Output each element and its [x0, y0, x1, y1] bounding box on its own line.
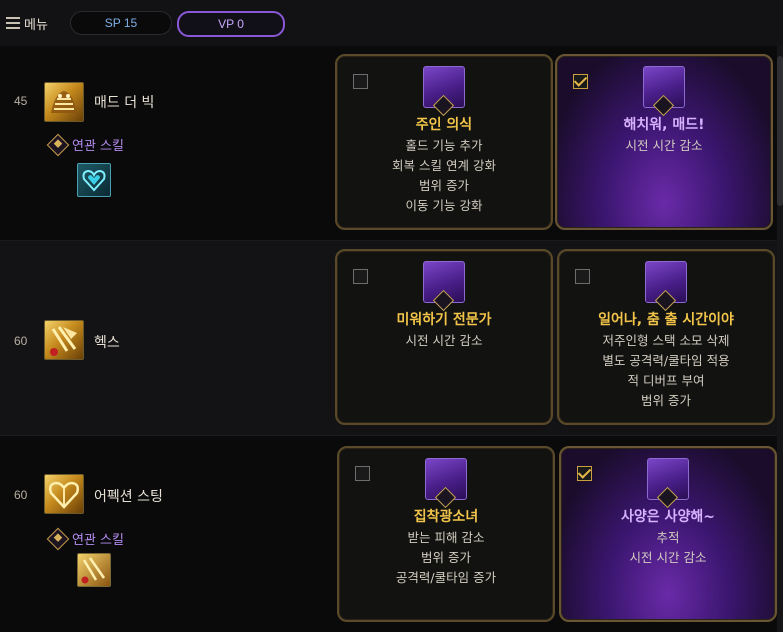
skill-level: 60: [14, 334, 28, 348]
option-title: 집착광소녀: [413, 509, 479, 525]
option-checkbox-checked[interactable]: [577, 466, 592, 481]
option-desc-line: 시전 시간 감소: [625, 138, 703, 153]
option-desc-line: 적 디버프 부여: [627, 373, 705, 388]
skill-name: 헥스: [94, 335, 120, 351]
related-skill-text: 연관 스킬: [72, 533, 124, 548]
option-title: 미워하기 전문가: [396, 312, 492, 328]
option-desc-line: 추적: [656, 530, 680, 545]
option-desc-line: 홀드 기능 추가: [405, 138, 483, 153]
option-title: 주인 의식: [415, 117, 473, 133]
related-skill-text: 연관 스킬: [72, 139, 124, 154]
tier-diamond-icon: [46, 133, 70, 156]
option-card-hate-expert[interactable]: 미워하기 전문가 시전 시간 감소: [335, 249, 553, 425]
skill-row: 45 매드 더 빅 연관 스킬 주인 의식 홀드 기능 추가 회복 스킬 연계 …: [0, 46, 777, 241]
hamburger-icon: [6, 17, 20, 29]
option-card-get-it-mad[interactable]: 해치워, 매드! 시전 시간 감소: [555, 54, 773, 230]
option-card-master-sense[interactable]: 주인 의식 홀드 기능 추가 회복 스킬 연계 강화 범위 증가 이동 기능 강…: [335, 54, 553, 230]
option-desc-line: 이동 기능 강화: [405, 198, 483, 213]
option-card-obsessive-girl[interactable]: 집착광소녀 받는 피해 감소 범위 증가 공격력/쿨타임 증가: [337, 446, 555, 622]
top-bar: 메뉴 SP 15 VP 0: [0, 0, 783, 47]
option-desc-line: 시전 시간 감소: [405, 333, 483, 348]
option-card-time-to-dance[interactable]: 일어나, 춤 출 시간이야 저주인형 스택 소모 삭제 별도 공격력/쿨타임 적…: [557, 249, 775, 425]
skill-level: 45: [14, 94, 28, 108]
hex-related-skill-icon[interactable]: [77, 553, 111, 587]
option-desc-line: 별도 공격력/쿨타임 적용: [602, 353, 730, 368]
option-desc-line: 회복 스킬 연계 강화: [392, 158, 496, 173]
option-desc-line: 범위 증가: [419, 178, 469, 193]
option-checkbox-checked[interactable]: [573, 74, 588, 89]
option-title: 해치워, 매드!: [623, 117, 705, 133]
option-checkbox[interactable]: [353, 74, 368, 89]
vp-counter[interactable]: VP 0: [177, 11, 285, 37]
option-desc-line: 범위 증가: [641, 393, 691, 408]
option-desc-line: 시전 시간 감소: [629, 550, 707, 565]
menu-label: 메뉴: [24, 17, 48, 33]
option-description: 받는 피해 감소 범위 증가 공격력/쿨타임 증가: [339, 528, 553, 588]
skill-name: 매드 더 빅: [94, 95, 155, 111]
scrollbar-thumb[interactable]: [777, 56, 783, 206]
option-desc-line: 저주인형 스택 소모 삭제: [602, 333, 730, 348]
option-description: 추적 시전 시간 감소: [561, 528, 775, 568]
vp-label: VP 0: [218, 17, 244, 31]
related-skill-label: 연관 스킬: [46, 527, 124, 550]
option-description: 시전 시간 감소: [557, 136, 771, 156]
mad-the-big-skill-icon[interactable]: [44, 82, 84, 122]
option-description: 시전 시간 감소: [337, 331, 551, 351]
option-card-no-thanks[interactable]: 사양은 사양해~ 추적 시전 시간 감소: [559, 446, 777, 622]
option-description: 홀드 기능 추가 회복 스킬 연계 강화 범위 증가 이동 기능 강화: [337, 136, 551, 216]
menu-button[interactable]: 메뉴: [6, 12, 48, 34]
option-desc-line: 공격력/쿨타임 증가: [395, 570, 497, 585]
related-skill-label: 연관 스킬: [46, 133, 124, 156]
sp-label: SP 15: [104, 16, 138, 30]
sp-counter: SP 15: [70, 11, 172, 35]
skill-level: 60: [14, 488, 28, 502]
option-checkbox[interactable]: [353, 269, 368, 284]
heart-shield-skill-icon[interactable]: [77, 163, 111, 197]
option-desc-line: 범위 증가: [421, 550, 471, 565]
option-description: 저주인형 스택 소모 삭제 별도 공격력/쿨타임 적용 적 디버프 부여 범위 …: [559, 331, 773, 411]
option-checkbox[interactable]: [575, 269, 590, 284]
skill-row: 60 헥스 미워하기 전문가 시전 시간 감소 일어나, 춤 출 시간이야 저주…: [0, 241, 777, 436]
option-title: 일어나, 춤 출 시간이야: [598, 312, 734, 328]
skill-name: 어펙션 스팅: [94, 489, 163, 505]
hex-skill-icon[interactable]: [44, 320, 84, 360]
option-checkbox[interactable]: [355, 466, 370, 481]
skill-row: 60 어펙션 스팅 연관 스킬 집착광소녀 받는 피해 감소 범위 증가 공격력…: [0, 436, 777, 632]
option-title: 사양은 사양해~: [621, 509, 715, 525]
tier-diamond-icon: [46, 527, 70, 550]
option-desc-line: 받는 피해 감소: [407, 530, 485, 545]
affection-sting-skill-icon[interactable]: [44, 474, 84, 514]
